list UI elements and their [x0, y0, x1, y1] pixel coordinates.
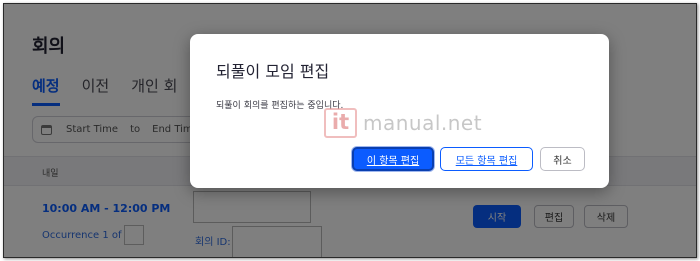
dialog-title: 되풀이 모임 편집 — [216, 62, 330, 81]
edit-all-occurrences-button[interactable]: 모든 항목 편집 — [440, 147, 533, 171]
edit-this-occurrence-button[interactable]: 이 항목 편집 — [352, 147, 434, 171]
edit-recurring-dialog: 되풀이 모임 편집 되풀이 회의를 편집하는 중입니다. 이 항목 편집 모든 … — [190, 34, 609, 188]
dialog-message: 되풀이 회의를 편집하는 중입니다. — [216, 101, 344, 111]
screenshot-frame: 회의 예정 이전 개인 회 Start Time to End Time 내일 … — [3, 3, 697, 258]
cancel-button[interactable]: 취소 — [540, 147, 585, 171]
